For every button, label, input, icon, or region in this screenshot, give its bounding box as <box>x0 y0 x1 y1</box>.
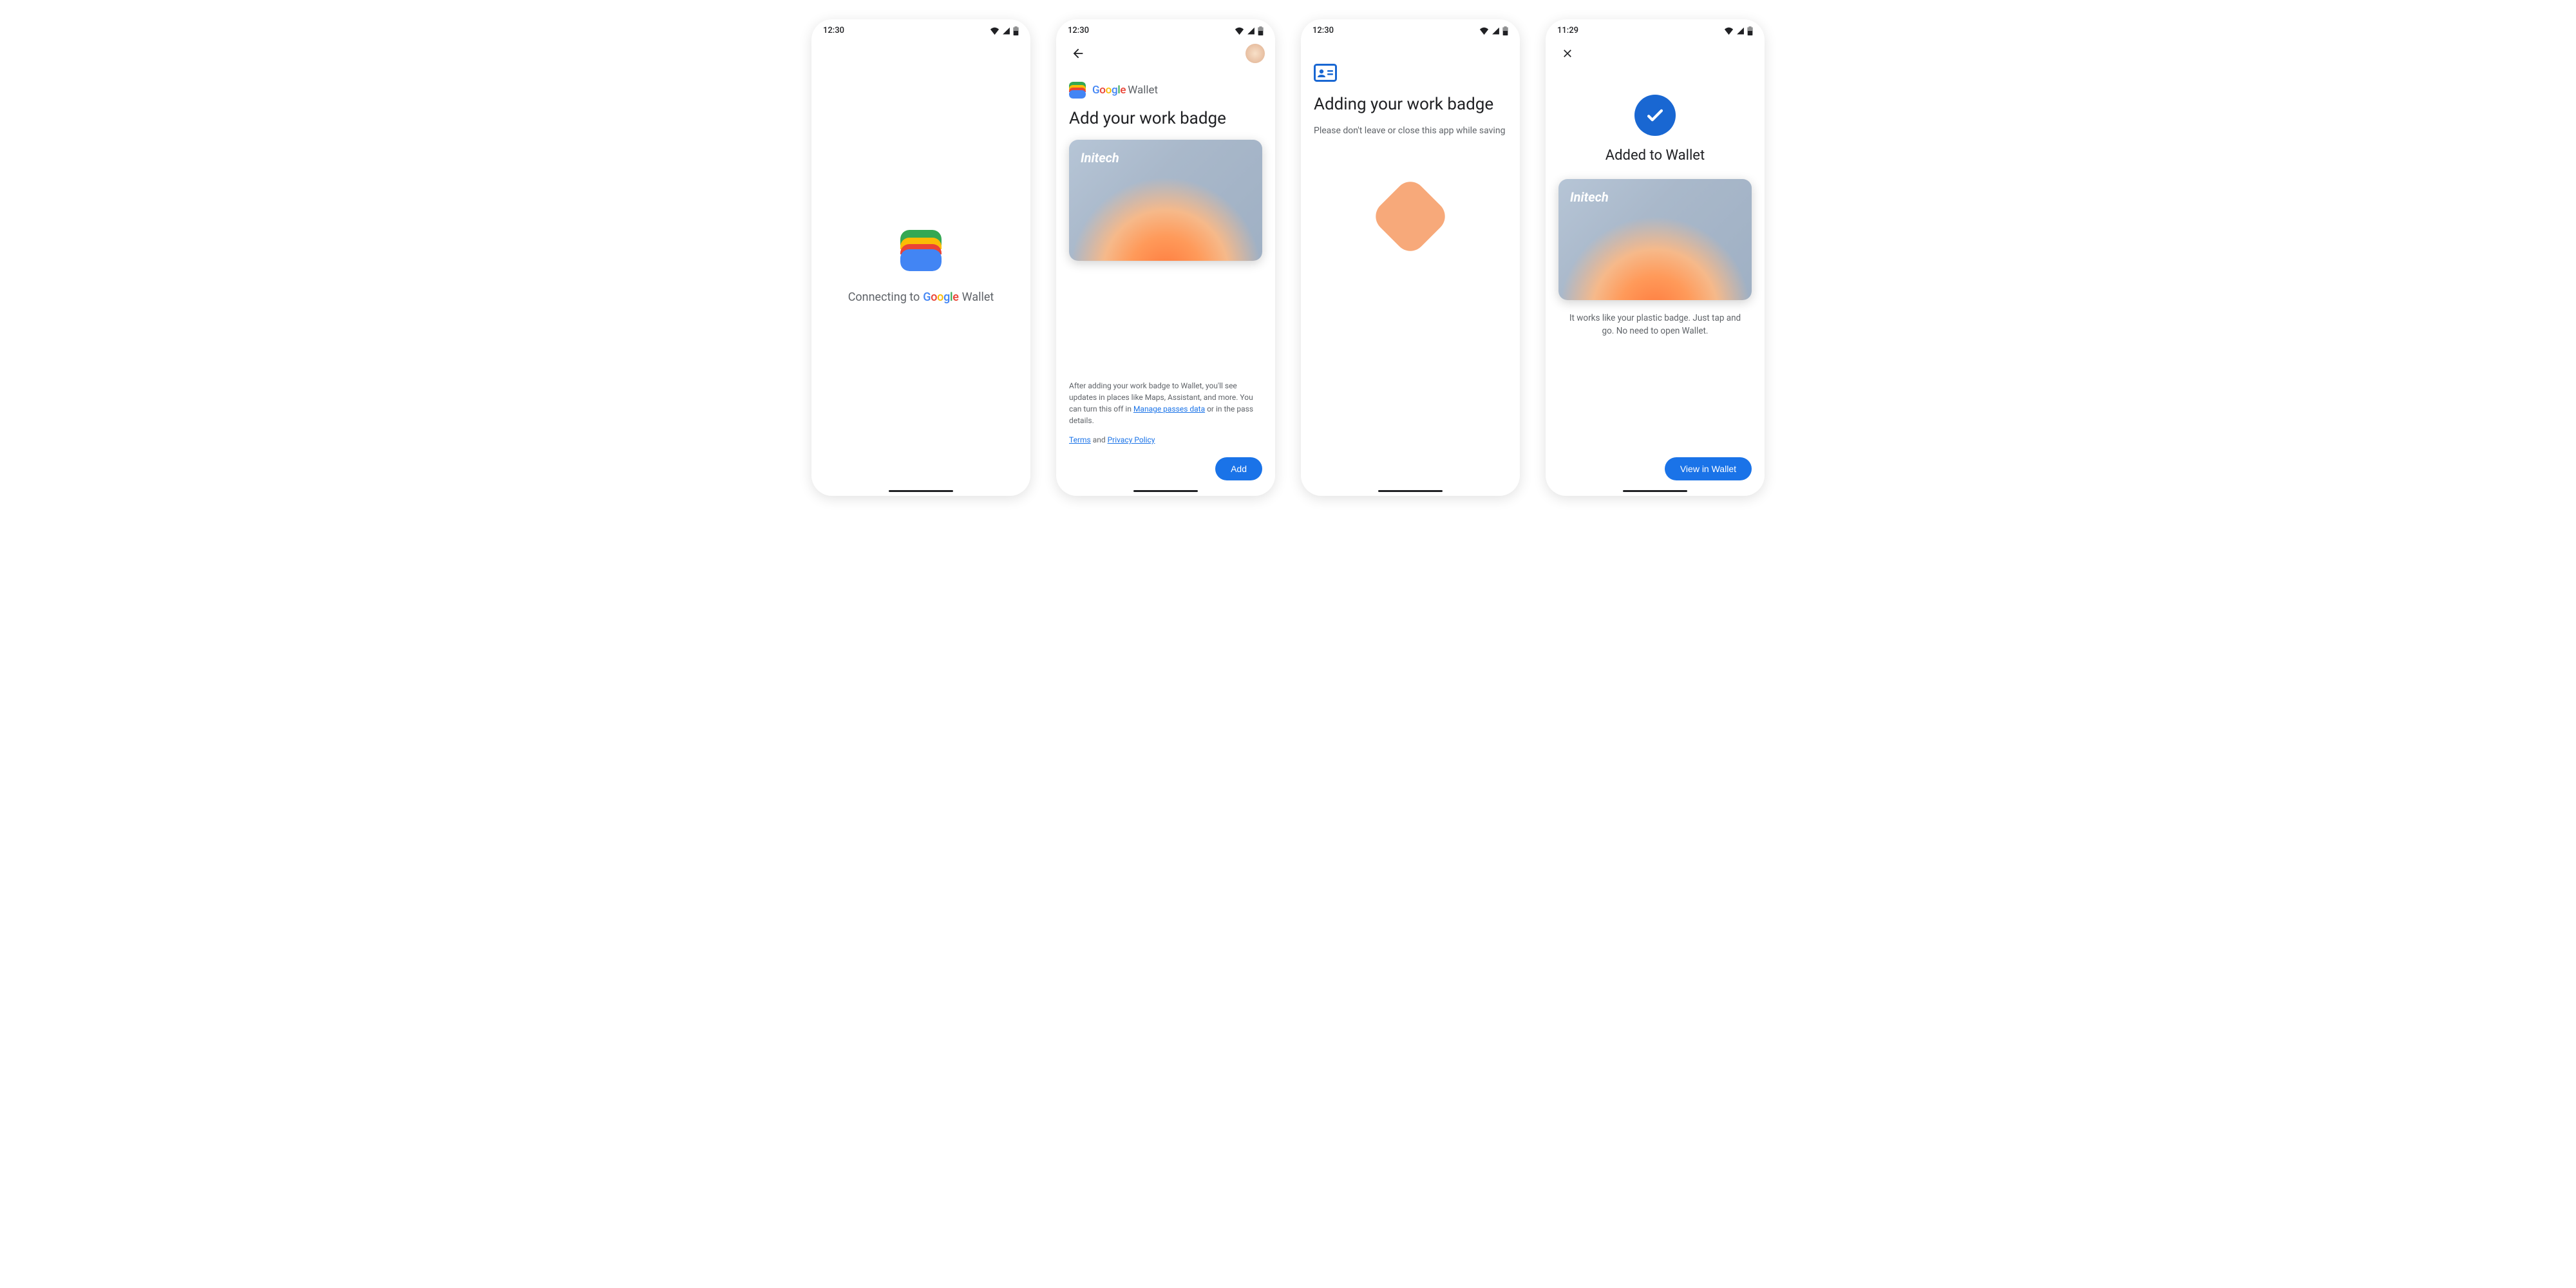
success-check-icon <box>1634 95 1676 136</box>
subtitle-text: Please don't leave or close this app whi… <box>1314 126 1507 136</box>
add-button[interactable]: Add <box>1215 457 1262 480</box>
back-button[interactable] <box>1066 42 1090 65</box>
page-title: Added to Wallet <box>1558 147 1752 164</box>
nav-handle[interactable] <box>1623 490 1687 492</box>
status-bar: 11:29 <box>1546 19 1765 38</box>
battery-icon <box>1258 26 1264 35</box>
description-text: It works like your plastic badge. Just t… <box>1558 312 1752 338</box>
battery-icon <box>1747 26 1753 35</box>
status-time: 11:29 <box>1557 26 1578 35</box>
google-wordmark: Google <box>1092 84 1126 97</box>
badge-card-preview: Initech <box>1558 179 1752 300</box>
status-bar: 12:30 <box>1056 19 1275 38</box>
screen-added: 11:29 Added to Wallet Initech It works l… <box>1546 19 1765 496</box>
status-icons <box>990 26 1019 35</box>
disclosure-text: After adding your work badge to Wallet, … <box>1069 380 1262 426</box>
status-icons <box>1235 26 1264 35</box>
wifi-icon <box>990 27 999 35</box>
status-icons <box>1724 26 1753 35</box>
wifi-icon <box>1235 27 1244 35</box>
loading-spinner-icon <box>1369 175 1451 257</box>
battery-icon <box>1013 26 1019 35</box>
manage-passes-link[interactable]: Manage passes data <box>1133 404 1205 413</box>
status-time: 12:30 <box>1312 26 1334 35</box>
cell-icon <box>1736 27 1745 35</box>
status-time: 12:30 <box>823 26 844 35</box>
status-bar: 12:30 <box>1301 19 1520 38</box>
badge-card-preview: Initech <box>1069 140 1262 261</box>
battery-icon <box>1502 26 1508 35</box>
page-title: Add your work badge <box>1069 109 1262 128</box>
google-wordmark: Google <box>923 290 958 304</box>
terms-row: Terms and Privacy Policy <box>1069 435 1262 444</box>
screen-adding: 12:30 Adding your work badge Please don'… <box>1301 19 1520 496</box>
status-time: 12:30 <box>1068 26 1089 35</box>
wallet-logo-icon <box>900 230 942 271</box>
nav-handle[interactable] <box>1133 490 1198 492</box>
arrow-back-icon <box>1071 46 1085 61</box>
nav-handle[interactable] <box>1378 490 1443 492</box>
status-icons <box>1479 26 1508 35</box>
wallet-logo-icon <box>1069 82 1086 99</box>
wallet-brand-row: Google Wallet <box>1069 82 1262 99</box>
terms-link[interactable]: Terms <box>1069 435 1091 444</box>
privacy-link[interactable]: Privacy Policy <box>1108 435 1155 444</box>
wifi-icon <box>1479 27 1489 35</box>
wifi-icon <box>1724 27 1734 35</box>
status-bar: 12:30 <box>811 19 1030 38</box>
close-button[interactable] <box>1556 42 1579 65</box>
close-icon <box>1561 47 1574 60</box>
cell-icon <box>1492 27 1500 35</box>
badge-brand-name: Initech <box>1570 189 1609 205</box>
account-avatar[interactable] <box>1245 44 1265 63</box>
connecting-text: Connecting to Google Wallet <box>848 290 994 304</box>
cell-icon <box>1002 27 1010 35</box>
screen-connecting: 12:30 Connecting to Google Wallet <box>811 19 1030 496</box>
nav-handle[interactable] <box>889 490 953 492</box>
cell-icon <box>1247 27 1255 35</box>
badge-brand-name: Initech <box>1081 150 1119 166</box>
view-in-wallet-button[interactable]: View in Wallet <box>1665 457 1752 480</box>
id-badge-icon <box>1314 64 1507 84</box>
page-title: Adding your work badge <box>1314 95 1507 114</box>
screen-add-badge: 12:30 Google Wallet Add your work badge <box>1056 19 1275 496</box>
